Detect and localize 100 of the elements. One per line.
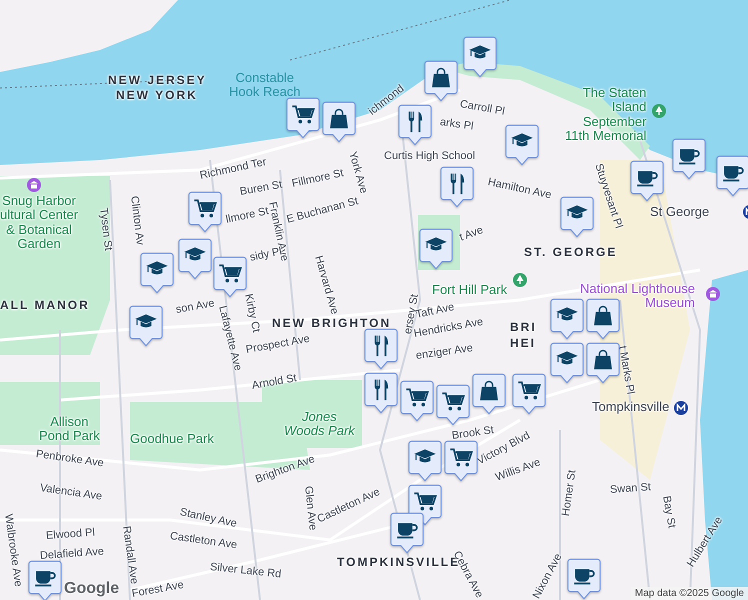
shopping-cart-icon (518, 381, 541, 400)
street-label: Arnold St (250, 372, 298, 392)
graduation-cap-icon (146, 261, 168, 274)
graduation-cap-icon (414, 449, 436, 462)
district-label: NEW BRIGHTON (272, 316, 392, 332)
shopping-bag-icon (594, 350, 612, 370)
map-pin[interactable] (178, 238, 212, 280)
graduation-cap-icon (566, 205, 588, 218)
coffee-cup-icon (574, 569, 595, 584)
fork-and-knife-icon (450, 174, 464, 194)
street-label: Silver Lake Rd (209, 561, 282, 581)
street-label: Kirby Ct (242, 292, 262, 334)
district-label: NEW JERSEY (108, 73, 207, 89)
shopping-bag-icon (432, 68, 450, 88)
shopping-cart-icon (406, 388, 429, 406)
street-label: enziger Ave (415, 342, 474, 362)
station-label: Tompkinsville (592, 400, 670, 414)
shopping-bag-icon (330, 108, 348, 128)
map-pin[interactable] (213, 256, 247, 298)
map-pin[interactable] (567, 558, 601, 600)
map-pin[interactable] (672, 138, 706, 180)
park-label: Goodhue Park (130, 432, 214, 446)
street-label: Hamilton Ave (486, 176, 552, 202)
street-label: Willis Ave (494, 456, 542, 484)
shopping-cart-icon (219, 264, 242, 282)
subway-icon (674, 401, 688, 415)
coffee-cup-icon (723, 166, 744, 182)
street-label: York Ave (346, 150, 370, 195)
map-pin[interactable] (408, 440, 442, 482)
map-pin[interactable] (550, 342, 584, 384)
graduation-cap-icon (425, 237, 447, 250)
map-pin[interactable] (463, 36, 497, 78)
map-pin[interactable] (364, 372, 398, 414)
place-label: The Staten Island September 11th Memorial (565, 86, 646, 144)
street-label: t Marks Pl (616, 345, 636, 396)
street-label: Swan St (610, 481, 652, 496)
station-label: St George (650, 205, 710, 220)
map-pin[interactable] (505, 124, 539, 166)
street-label: Fillmore St (290, 167, 345, 190)
street-label: Clinton Av (128, 195, 146, 246)
street-label: Penbroke Ave (35, 448, 104, 470)
shopping-cart-icon (414, 492, 437, 510)
park-label: Jones Woods Park (284, 410, 355, 439)
graduation-cap-icon (556, 307, 578, 320)
map-logo: Google (64, 580, 120, 598)
map-pin[interactable] (716, 155, 748, 197)
map-pin[interactable] (364, 328, 398, 370)
district-label: BRI HEI (510, 320, 537, 352)
map-pin[interactable] (586, 342, 620, 384)
street-label: Glen Ave (302, 485, 319, 531)
shopping-cart-icon (450, 448, 473, 466)
map-pin[interactable] (419, 228, 453, 270)
street-label: Castleton Ave (169, 530, 238, 552)
map-pin[interactable] (472, 373, 506, 415)
street-label: Randall Ave (120, 525, 140, 585)
shopping-bag-icon (480, 380, 498, 400)
map-pin[interactable] (322, 101, 356, 143)
street-label: son Ave (174, 297, 216, 316)
fork-and-knife-icon (408, 112, 422, 132)
map-pin[interactable] (129, 305, 163, 347)
coffee-cup-icon (637, 171, 658, 186)
graduation-cap-icon (135, 314, 157, 328)
map-pin[interactable] (440, 166, 474, 208)
street-label: Stanley Ave (178, 506, 238, 530)
map-pin[interactable] (140, 252, 174, 294)
street-label: Brook St (451, 424, 495, 442)
street-label: Harvard Ave (312, 254, 340, 316)
place-label: Fort Hill Park (432, 283, 508, 298)
street-label: Lafayette Ave (216, 304, 244, 372)
map-pin[interactable] (390, 512, 424, 554)
shopping-bag-icon (594, 306, 612, 326)
map-pin[interactable] (400, 380, 434, 422)
map-pin[interactable] (286, 97, 320, 139)
fork-and-knife-icon (374, 380, 388, 400)
fork-and-knife-icon (374, 336, 388, 356)
map-pin[interactable] (188, 191, 222, 233)
graduation-cap-icon (184, 247, 206, 260)
street-label: Prospect Ave (244, 332, 311, 356)
map-pin[interactable] (586, 298, 620, 340)
street-label: Brighton Ave (254, 453, 316, 486)
street-label: Valencia Ave (39, 482, 103, 503)
street-label: Tysen St (97, 207, 114, 252)
map-pin[interactable] (550, 298, 584, 340)
street-label: Elwood Pl (46, 526, 96, 542)
street-label: arks Pl (439, 116, 474, 133)
map-pin[interactable] (444, 440, 478, 482)
shopping-cart-icon (194, 199, 217, 218)
map-pin[interactable] (424, 60, 458, 102)
street-label: Carroll Pl (458, 98, 506, 118)
street-label: llmore St (224, 205, 270, 226)
map-pin[interactable] (28, 560, 62, 600)
map-pin[interactable] (436, 384, 470, 426)
street-label: Curtis High School (384, 150, 476, 162)
street-label: E Buchanan St (285, 195, 360, 226)
map-pin[interactable] (560, 196, 594, 238)
district-label: ST. GEORGE (524, 245, 618, 261)
map-pin[interactable] (512, 373, 546, 415)
map-pin[interactable] (630, 160, 664, 202)
street-label: Delafield Ave (40, 546, 104, 562)
coffee-cup-icon (35, 571, 56, 586)
